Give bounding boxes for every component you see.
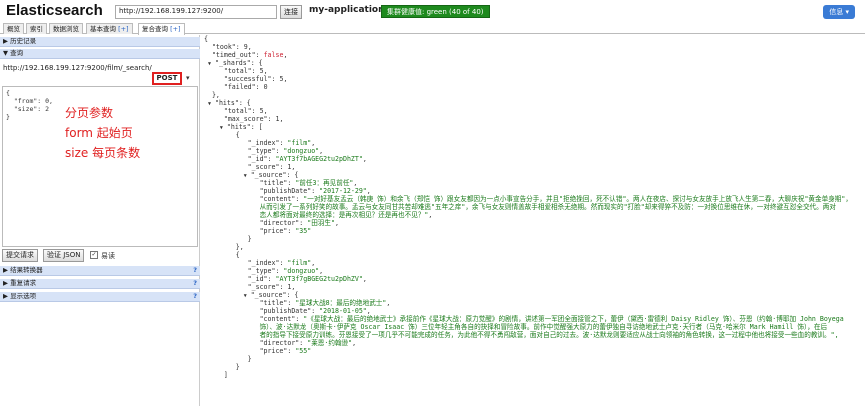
cluster-name: my-application	[309, 5, 385, 15]
pretty-checkbox[interactable]: ✓	[90, 251, 98, 259]
pretty-label: 易读	[101, 252, 115, 260]
response-json: { "took": 9, "timed_out": false, ▼ "_sha…	[204, 35, 852, 379]
annotation-line-1: 分页参数	[65, 106, 114, 120]
tab-indices[interactable]: 索引	[26, 23, 47, 34]
annotation-line-3: size 每页条数	[65, 146, 141, 160]
query-section[interactable]: ▼ 查询	[0, 49, 200, 59]
submit-request-button[interactable]: 提交请求	[2, 249, 38, 262]
server-url-input[interactable]: http://192.168.199.127:9200/	[115, 5, 277, 19]
validate-json-button[interactable]: 验证 JSON	[43, 249, 85, 262]
result-transformer-section[interactable]: ▶ 结果转换器?	[0, 266, 200, 276]
help-icon[interactable]: ?	[193, 292, 197, 301]
connect-button[interactable]: 连接	[280, 5, 302, 19]
response-panel: { "took": 9, "timed_out": false, ▼ "_sha…	[204, 35, 862, 406]
top-bar: Elasticsearch http://192.168.199.127:920…	[0, 0, 865, 22]
tab-overview[interactable]: 概览	[3, 23, 24, 34]
tab-data-browser[interactable]: 数据浏览	[49, 23, 83, 34]
info-dropdown-button[interactable]: 信息 ▾	[823, 5, 855, 19]
history-section[interactable]: ▶ 历史记录	[0, 37, 200, 47]
query-controls: 提交请求 验证 JSON ✓ 易读	[2, 249, 198, 262]
annotation-line-2: form 起始页	[65, 126, 133, 140]
cluster-health-badge: 集群健康值: green (40 of 40)	[381, 5, 490, 18]
help-icon[interactable]: ?	[193, 279, 197, 288]
main-tabs: 概览 索引 数据浏览 基本查询 [+] 复合查询 [+]	[0, 22, 865, 35]
repeat-request-section[interactable]: ▶ 重复请求?	[0, 279, 200, 289]
help-icon[interactable]: ?	[193, 266, 197, 275]
display-options-section[interactable]: ▶ 显示选项?	[0, 292, 200, 302]
chevron-down-icon[interactable]: ▾	[186, 74, 190, 82]
app-logo: Elasticsearch	[6, 2, 103, 19]
method-select[interactable]: POST	[152, 72, 182, 85]
tab-basic-query[interactable]: 基本查询 [+]	[86, 23, 133, 34]
tab-compound-query[interactable]: 复合查询 [+]	[138, 23, 185, 35]
